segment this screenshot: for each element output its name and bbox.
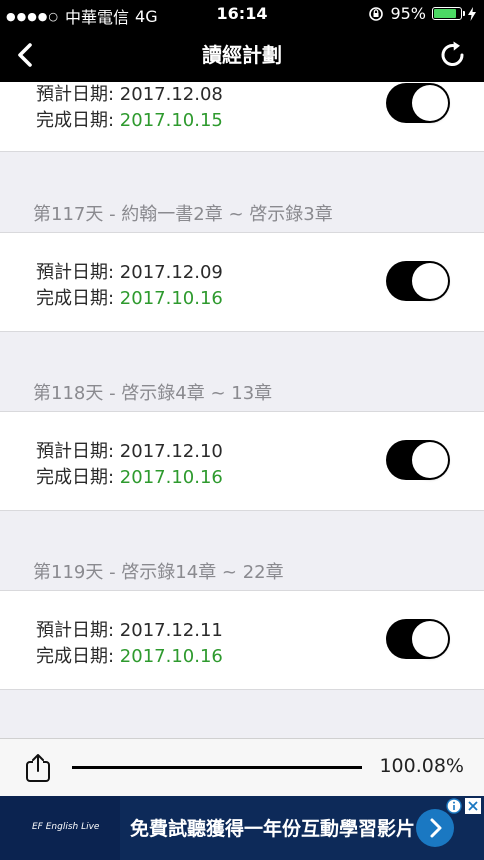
toggle-knob	[412, 442, 448, 478]
completed-date-row: 完成日期: 2017.10.16	[36, 284, 223, 310]
completed-date-row: 完成日期: 2017.10.16	[36, 642, 223, 668]
completed-date-label: 完成日期:	[36, 467, 120, 488]
status-right: 95%	[368, 4, 476, 23]
planned-date: 預計日期: 2017.12.11	[36, 620, 223, 641]
battery-icon	[432, 7, 465, 20]
ad-cta-button[interactable]	[416, 809, 454, 847]
completed-date: 2017.10.16	[119, 288, 223, 309]
plan-entry-card: 預計日期: 2017.12.11 完成日期: 2017.10.16	[0, 590, 484, 690]
refresh-icon	[441, 41, 464, 67]
ad-close-icon[interactable]	[465, 798, 481, 814]
refresh-button[interactable]	[436, 38, 470, 72]
battery-percent: 95%	[390, 4, 426, 23]
completion-toggle[interactable]	[386, 83, 450, 123]
completed-date: 2017.10.15	[119, 110, 223, 131]
reading-plan-list[interactable]: 預計日期: 2017.12.08 完成日期: 2017.10.15 第117天 …	[0, 82, 484, 738]
chevron-right-icon	[430, 818, 442, 838]
ad-logo-area: EF English Live	[0, 796, 120, 860]
completed-date: 2017.10.16	[119, 467, 223, 488]
day-header: 第119天 - 啓示錄14章 ~ 22章	[33, 562, 284, 583]
plan-entry-card: 預計日期: 2017.12.10 完成日期: 2017.10.16	[0, 411, 484, 511]
ad-logo: EF English Live	[32, 822, 100, 832]
orientation-lock-icon	[369, 6, 384, 21]
status-bar: ●●●●○ 中華電信 4G 16:14 95%	[0, 0, 484, 28]
completion-toggle[interactable]	[386, 261, 450, 301]
completed-date-label: 完成日期:	[36, 110, 120, 131]
progress-percent: 100.08%	[379, 755, 464, 777]
toggle-knob	[412, 85, 448, 121]
completion-toggle[interactable]	[386, 619, 450, 659]
day-header: 第118天 - 啓示錄4章 ~ 13章	[33, 383, 273, 404]
ad-text: 免費試聽獲得一年份互動學習影片	[130, 818, 416, 840]
completed-date-label: 完成日期:	[36, 646, 120, 667]
bottom-toolbar: 100.08%	[0, 738, 484, 796]
completion-toggle[interactable]	[386, 440, 450, 480]
completed-date-row: 完成日期: 2017.10.15	[36, 106, 223, 132]
day-header: 第117天 - 約翰一書2章 ~ 啓示錄3章	[33, 204, 333, 225]
page-title: 讀經計劃	[202, 43, 282, 67]
plan-entry-card: 預計日期: 2017.12.09 完成日期: 2017.10.16	[0, 232, 484, 332]
progress-bar	[72, 766, 362, 769]
planned-date: 預計日期: 2017.12.10	[36, 441, 223, 462]
share-icon	[26, 754, 50, 782]
ad-info-icon[interactable]	[446, 798, 462, 814]
share-button[interactable]	[24, 753, 52, 783]
toggle-knob	[412, 263, 448, 299]
navigation-bar: 讀經計劃	[0, 28, 484, 82]
charging-icon	[468, 6, 476, 21]
planned-date: 預計日期: 2017.12.08	[36, 84, 223, 105]
plan-entry-card: 預計日期: 2017.12.08 完成日期: 2017.10.15	[0, 82, 484, 152]
completed-date-row: 完成日期: 2017.10.16	[36, 463, 223, 489]
completed-date: 2017.10.16	[119, 646, 223, 667]
ad-banner[interactable]: EF English Live 免費試聽獲得一年份互動學習影片	[0, 796, 484, 860]
toggle-knob	[412, 621, 448, 657]
planned-date: 預計日期: 2017.12.09	[36, 262, 223, 283]
completed-date-label: 完成日期:	[36, 288, 120, 309]
